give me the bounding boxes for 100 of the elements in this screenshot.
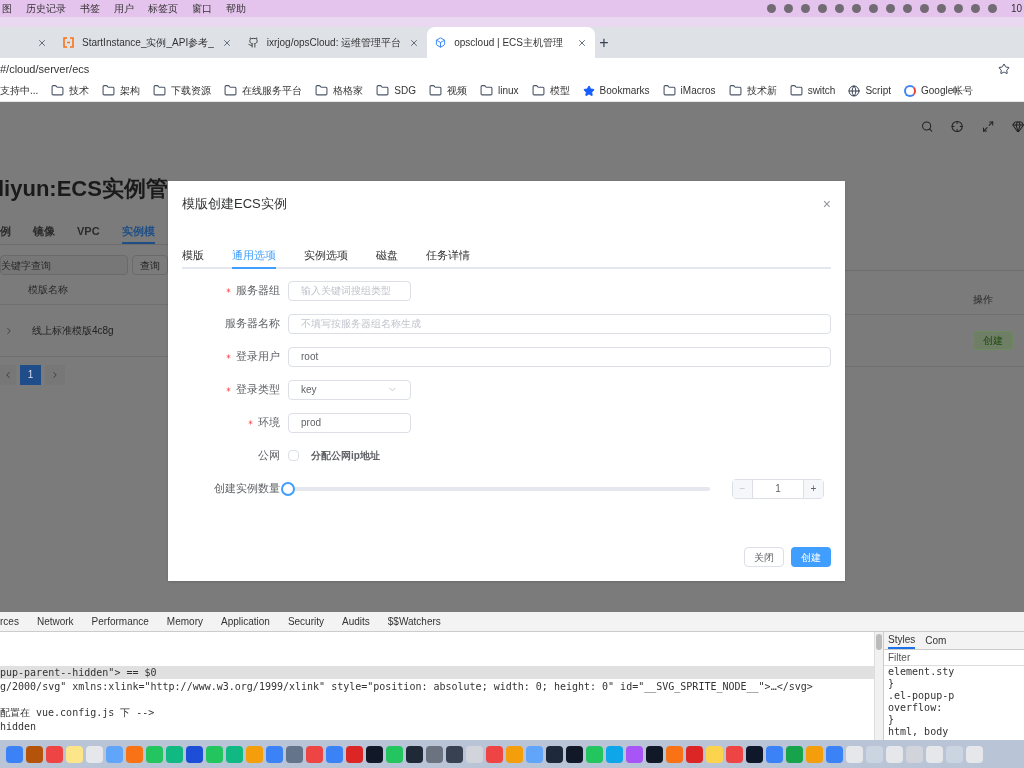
g-logo-icon [904,84,916,97]
style-rule-text: html, body [888,726,950,738]
field-label: 公网 [258,448,280,464]
close-icon[interactable] [37,37,47,48]
bookmark-item[interactable]: Bookmarks [582,83,650,98]
menu-item[interactable]: 图 [2,1,12,16]
menu-clock: 10 [1010,2,1022,16]
page-title: liyun:ECS实例管 [0,175,168,203]
dialog-tab[interactable]: 磁盘 [376,247,398,269]
bookmark-item[interactable]: 在线服务平台 [224,83,303,98]
field-label: 创建实例数量 [214,481,280,497]
next-page-button[interactable] [45,365,65,385]
close-icon[interactable] [221,37,232,48]
dock-app-icon[interactable] [746,745,763,763]
style-rule-text: } [888,714,896,726]
fullscreen-icon[interactable] [981,120,994,133]
field-label: 服务器组 [236,283,280,299]
devtools-tab[interactable]: $$Watchers [387,614,441,629]
field-label: 环境 [258,415,280,431]
increment-button[interactable]: + [803,479,823,498]
bookmark-item[interactable]: 格格家 [315,83,364,98]
browser-tab[interactable]: opscloud | ECS主机管理 [427,27,596,58]
devtools-tab[interactable]: Memory [166,614,203,629]
bookmark-item[interactable]: 支持中... [0,83,39,98]
browser-tab[interactable]: ixrjog/opsCloud: 运维管理平台 [239,27,428,58]
field-label: 登录用户 [236,349,280,365]
dock-app-icon[interactable] [546,745,563,763]
bookmark-item[interactable]: 技术新 [728,83,777,98]
dialog-tab[interactable]: 任务详情 [426,247,470,269]
bookmark-item[interactable]: 下载资源 [153,83,212,98]
dock-app-icon[interactable] [446,745,463,763]
dock-app-icon[interactable] [566,745,583,763]
bookmark-item[interactable]: Script [848,83,891,98]
bookmark-item[interactable]: 技术 [51,83,90,98]
filter-field[interactable]: Filter [884,650,1024,666]
dialog-tab[interactable]: 实例选项 [304,247,348,269]
globe-icon [848,84,861,97]
devtools-tab[interactable]: Audits [342,614,370,629]
bookmark-item[interactable]: SDG [376,83,416,98]
code-line: g/2000/svg" xmlns:xlink="http://www.w3.org/1999/xlink" style="position: absolute; width: 0; height: 0" id="__SVG_SPRITE_NODE__">…</svg> [0,681,813,692]
bookmark-item[interactable]: 架构 [102,83,141,98]
devtools-tab[interactable]: rces [0,614,19,629]
bookmark-item[interactable]: iMacros [662,83,716,98]
menu-item[interactable]: 用户 [114,1,134,16]
devtools-tab[interactable]: Network [36,614,74,629]
new-tab-button[interactable]: + [599,30,609,55]
style-rule-text: element.sty [888,666,956,678]
dialog-title: 模版创建ECS实例 [182,195,287,214]
chevron-left-icon [3,370,13,380]
menu-item[interactable]: 标签页 [148,1,178,16]
checkbox-label: 分配公网ip地址 [311,449,380,463]
browser-tab[interactable]: StartInstance_实例_API参考_ [55,27,240,58]
field-label: 登录类型 [236,382,280,398]
checkbox[interactable] [288,450,299,461]
dock-app-icon[interactable] [646,745,663,763]
bookmark-item[interactable]: 模型 [531,83,570,98]
select-field[interactable]: key [288,379,411,400]
column-header: 操作 [973,293,993,307]
dock-app-icon[interactable] [366,745,383,763]
devtools-tab[interactable]: Application [220,614,270,629]
address-field[interactable]: #/cloud/server/ecs [0,60,90,78]
style-rule-text: .el-popup-p [888,690,956,702]
styles-tab[interactable]: Styles [888,632,916,649]
bookmark-item[interactable]: switch [789,83,836,98]
bookmark-item[interactable]: Google帐号 [904,83,974,98]
code-line: 配置在 vue.config.js 下 --> [0,707,155,718]
style-rule-text: overflow: [888,702,944,714]
dock-app-icon[interactable] [406,745,423,763]
dialog-tab[interactable]: 模版 [182,247,204,269]
menu-item[interactable]: 历史记录 [26,1,66,16]
input-field[interactable]: root [288,346,831,367]
search-field[interactable]: 关键字查询 [0,255,128,275]
menu-item[interactable]: 窗口 [192,1,212,16]
bookmark-star-icon[interactable] [998,63,1010,75]
bookmark-item[interactable]: linux [480,83,519,98]
diamond-icon[interactable] [1011,120,1024,133]
close-icon[interactable] [409,37,420,48]
folder-icon [789,84,803,97]
bracket-logo-icon [63,37,74,48]
folder-icon [376,84,390,97]
devtools-tab[interactable]: Performance [91,614,149,629]
folder-icon [728,84,742,97]
devtools-tab[interactable]: Security [287,614,324,629]
target-icon[interactable] [951,120,964,133]
folder-icon [224,84,238,97]
star-icon [582,84,595,97]
page-number[interactable]: 1 [20,365,41,385]
close-icon[interactable] [577,37,588,48]
folder-icon [102,84,116,97]
menu-item[interactable]: 书签 [80,1,100,16]
slider-handle[interactable] [281,481,295,496]
search-icon[interactable] [921,120,934,133]
github-icon [247,37,259,48]
menu-item[interactable]: 帮助 [226,1,246,16]
cancel-button[interactable]: 关闭 [744,547,784,567]
prev-page-button[interactable] [0,365,16,385]
scrollbar-thumb[interactable] [875,634,882,650]
styles-tab[interactable]: Com [925,633,947,648]
input-field[interactable]: prod [288,412,411,433]
bookmark-item[interactable]: 视频 [429,83,467,98]
